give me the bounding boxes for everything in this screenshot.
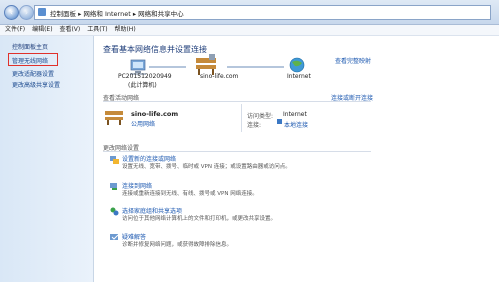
forward-button[interactable]: › (19, 5, 34, 20)
active-network-name: sino-life.com (131, 110, 179, 118)
map-network-name: sino-life.com (200, 73, 239, 80)
connections-label: 连接: (247, 122, 262, 129)
local-connection-icon (277, 119, 282, 124)
sidebar-item-home[interactable]: 控制面板主页 (12, 42, 48, 51)
menu-file[interactable]: 文件(F) (5, 25, 25, 35)
address-bar[interactable]: 控制面板 ▸ 网络和 Internet ▸ 网络和共享中心 (34, 5, 491, 20)
map-internet-label: Internet (287, 73, 311, 80)
access-type-label: 访问类型: (247, 113, 274, 120)
sidebar: 控制面板主页 管理无线网络 更改适配器设置 更改高级共享设置 (0, 36, 94, 282)
task-desc: 访问位于其他网络计算机上的文件和打印机，或更改共享设置。 (122, 216, 277, 222)
local-connection-link[interactable]: 本地连接 (284, 120, 308, 129)
vertical-divider (241, 104, 242, 132)
divider (103, 101, 371, 102)
internet-globe-icon (289, 57, 305, 73)
title-bar: ‹ › 控制面板 ▸ 网络和 Internet ▸ 网络和共享中心 (0, 0, 499, 25)
network-bench-icon (196, 54, 216, 75)
sidebar-item-advanced-sharing[interactable]: 更改高级共享设置 (12, 80, 60, 89)
menu-view[interactable]: 查看(V) (59, 25, 80, 35)
menu-edit[interactable]: 编辑(E) (32, 25, 52, 35)
address-path: 控制面板 ▸ 网络和 Internet ▸ 网络和共享中心 (50, 10, 184, 18)
main-content: 查看基本网络信息并设置连接 查看完整映射 PC201512020949 (此计算… (94, 36, 499, 282)
connect-network-icon (110, 183, 117, 190)
control-panel-icon (38, 8, 46, 16)
active-network-icon (105, 111, 123, 125)
sidebar-item-manage-wireless[interactable]: 管理无线网络 (12, 56, 48, 65)
new-connection-icon (110, 156, 119, 164)
menu-help[interactable]: 帮助(H) (114, 25, 135, 35)
menu-bar: 文件(F) 编辑(E) 查看(V) 工具(T) 帮助(H) (0, 25, 499, 36)
task-desc: 设置无线、宽带、拨号、临时或 VPN 连接；或设置路由器或访问点。 (122, 164, 291, 170)
access-type-value: Internet (283, 111, 307, 118)
divider (103, 151, 371, 152)
back-button[interactable]: ‹ (4, 5, 19, 20)
task-desc: 诊断并修复网络问题，或获得故障排除信息。 (122, 242, 233, 248)
homegroup-icon (110, 207, 119, 216)
troubleshoot-icon (110, 234, 119, 240)
network-type-link[interactable]: 公用网络 (131, 119, 155, 128)
sidebar-item-adapter-settings[interactable]: 更改适配器设置 (12, 69, 54, 78)
menu-tools[interactable]: 工具(T) (87, 25, 107, 35)
map-computer-name: PC201512020949 (118, 73, 172, 80)
task-desc: 连接或重新连接到无线、有线、拨号或 VPN 网络连接。 (122, 191, 258, 197)
map-computer-sub: (此计算机) (128, 82, 157, 89)
